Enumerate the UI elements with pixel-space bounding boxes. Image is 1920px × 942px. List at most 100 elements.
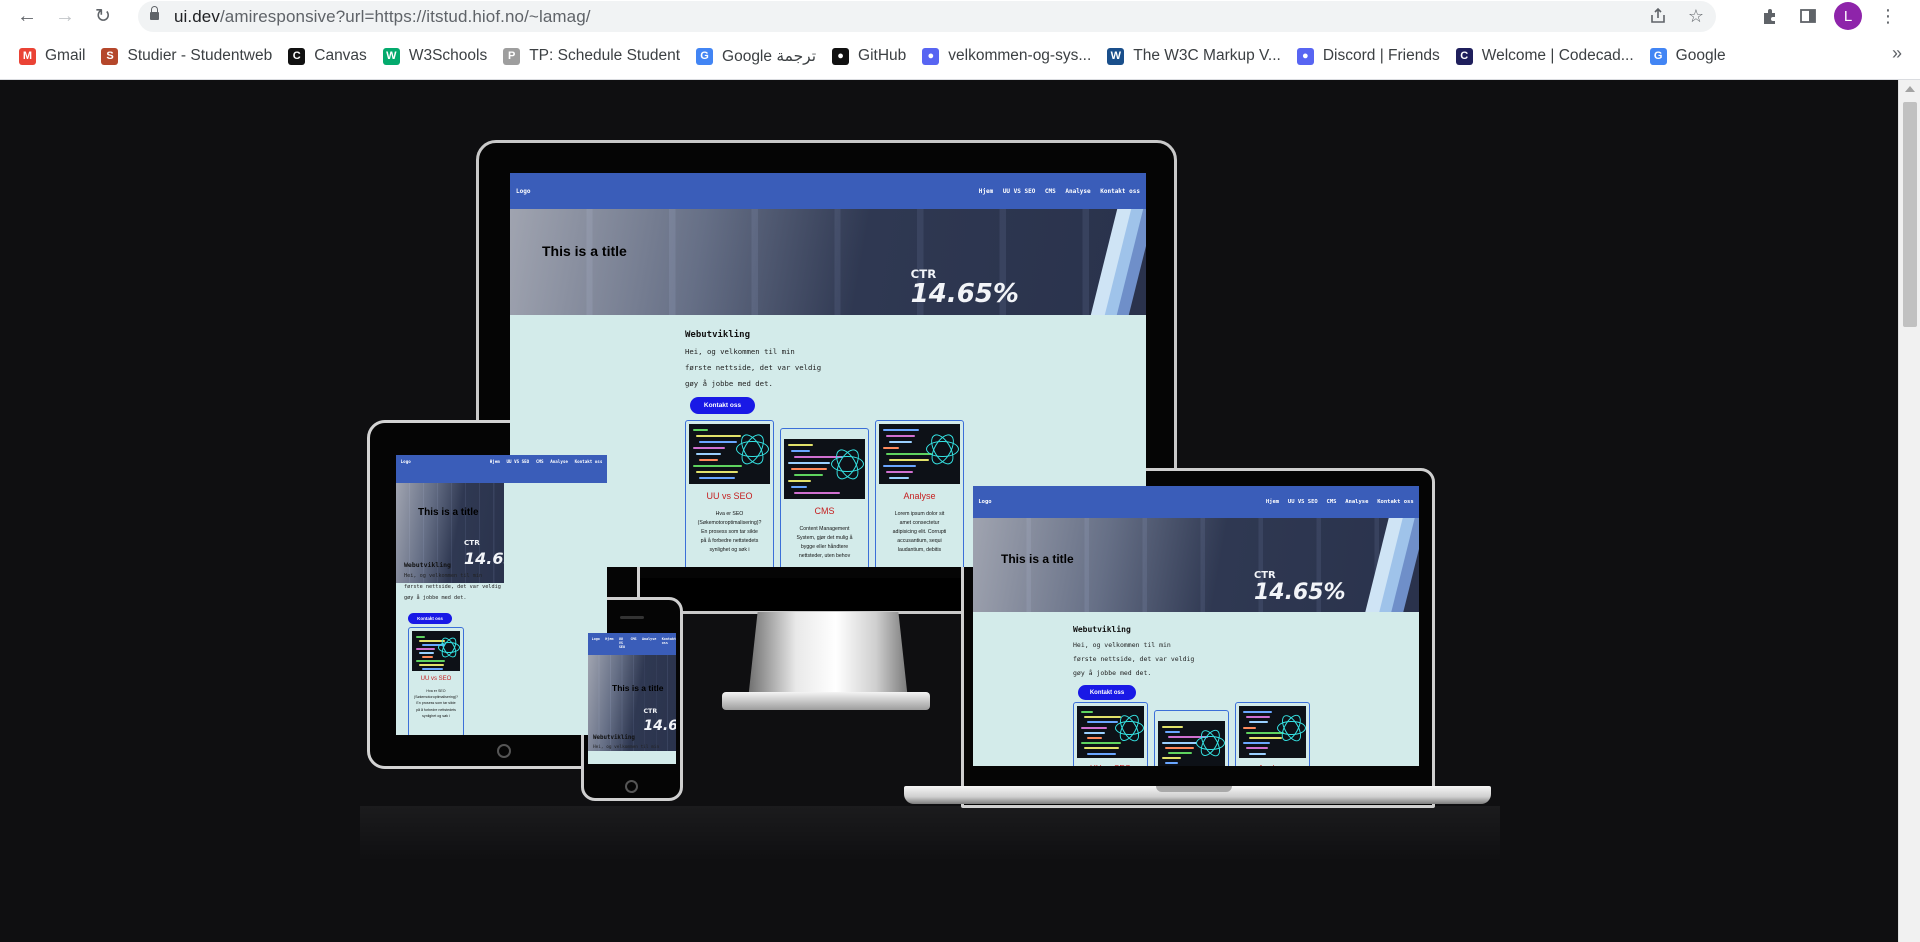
site-nav-link[interactable]: UU VS SEO: [1003, 188, 1036, 195]
page-scrollbar[interactable]: [1898, 80, 1920, 942]
google-icon: G: [1649, 47, 1667, 65]
site-navbar: Logo Hjem UU VS SEO CMS Analyse Kontakt oss: [396, 455, 607, 483]
site-nav-link[interactable]: Hjem: [605, 637, 613, 649]
code-line: [1246, 747, 1269, 750]
site-nav-link[interactable]: CMS: [1045, 188, 1056, 195]
bookmark-item[interactable]: ● velkommen-og-sys...: [914, 41, 1099, 71]
code-line: [1165, 731, 1181, 734]
bookmark-label: W3Schools: [408, 47, 488, 64]
site-nav-link[interactable]: CMS: [630, 637, 636, 649]
site-intro-line: første nettside, det var veldig: [1073, 655, 1195, 663]
site-nav-link[interactable]: CMS: [536, 459, 544, 464]
bookmarks-bar: M Gmail S Studier - Studentweb C Canvas W W3Sch…: [0, 33, 1920, 80]
code-line: [696, 453, 722, 455]
lock-icon[interactable]: [150, 6, 159, 22]
address-bar[interactable]: ui.dev/amiresponsive?url=https://itstud.…: [138, 1, 1716, 32]
site-nav-links: Hjem UU VS SEO CMS Analyse Kontakt oss: [483, 459, 603, 464]
code-line: [883, 429, 919, 431]
site-logo[interactable]: Logo: [516, 188, 530, 195]
url-text[interactable]: ui.dev/amiresponsive?url=https://itstud.…: [174, 7, 591, 27]
scroll-up-arrow-icon[interactable]: [1905, 86, 1915, 92]
profile-avatar[interactable]: L: [1834, 2, 1862, 30]
bookmark-item[interactable]: W W3Schools: [375, 41, 495, 71]
bookmark-item[interactable]: ● GitHub: [824, 41, 914, 71]
code-line: [886, 471, 913, 473]
code-line: [1243, 726, 1257, 729]
site-nav-link[interactable]: Kontakt oss: [1100, 188, 1140, 195]
code-line: [699, 441, 738, 443]
service-card-title: UU vs SEO: [1074, 764, 1147, 766]
service-card: Analyse Lorem ipsum dolor sit amet consect…: [875, 420, 964, 567]
scroll-thumb[interactable]: [1903, 102, 1917, 327]
code-line: [1243, 742, 1271, 745]
tp-icon: P: [503, 47, 521, 65]
site-logo[interactable]: Logo: [978, 499, 991, 505]
card-code-image: [412, 631, 460, 671]
bookmark-item[interactable]: G Google: [1642, 41, 1734, 71]
site-nav-link[interactable]: Analyse: [642, 637, 656, 649]
contact-button[interactable]: Kontakt oss: [408, 613, 452, 624]
site-logo[interactable]: Logo: [592, 637, 600, 641]
bookmark-label: Canvas: [314, 47, 367, 64]
site-logo[interactable]: Logo: [401, 459, 411, 464]
service-card-text-line: En prosess som tar sikte: [701, 529, 758, 535]
bookmark-star-icon[interactable]: ☆: [1684, 4, 1708, 28]
bookmark-item[interactable]: G Google ترجمة: [688, 41, 824, 71]
bookmark-item[interactable]: W The W3C Markup V...: [1099, 41, 1289, 71]
codecademy-icon: C: [1455, 47, 1473, 65]
site-nav-link[interactable]: Analyse: [1345, 499, 1368, 505]
site-nav-link[interactable]: UU VS SEO: [507, 459, 530, 464]
google-translate-icon: G: [696, 47, 714, 65]
bookmarks-overflow-icon[interactable]: »: [1892, 43, 1902, 64]
site-nav-link[interactable]: Hjem: [979, 188, 993, 195]
code-line: [1087, 752, 1117, 755]
reload-icon[interactable]: ↻: [88, 2, 118, 32]
laptop-notch: [1156, 786, 1232, 792]
code-line: [699, 477, 735, 479]
forward-arrow-icon[interactable]: →: [50, 2, 80, 32]
extensions-puzzle-icon[interactable]: [1758, 4, 1782, 28]
card-code-image: [879, 424, 960, 484]
hero-ctr-label: CTR: [464, 538, 480, 547]
code-line: [886, 435, 916, 437]
site-nav-link[interactable]: Analyse: [550, 459, 568, 464]
share-icon[interactable]: [1646, 4, 1670, 28]
back-arrow-icon[interactable]: ←: [12, 2, 42, 32]
site-nav-link[interactable]: Hjem: [490, 459, 500, 464]
code-line: [1243, 711, 1273, 713]
contact-button[interactable]: Kontakt oss: [690, 397, 755, 414]
browser-menu-icon[interactable]: ⋮: [1876, 4, 1900, 28]
contact-button[interactable]: Kontakt oss: [1078, 685, 1136, 700]
code-line: [699, 459, 718, 461]
site-nav-link[interactable]: UU VS SEO: [1288, 499, 1318, 505]
code-line: [883, 465, 917, 467]
service-card-text-line: synlighet og søk i: [422, 713, 450, 718]
bookmark-item[interactable]: C Welcome | Codecad...: [1448, 41, 1642, 71]
code-line: [1084, 731, 1105, 734]
card-code-image: [1077, 706, 1144, 758]
site-nav-link[interactable]: Hjem: [1266, 499, 1279, 505]
bookmark-item[interactable]: C Canvas: [280, 41, 375, 71]
bookmark-item[interactable]: P TP: Schedule Student: [495, 41, 688, 71]
bookmark-item[interactable]: M Gmail: [11, 41, 93, 71]
site-nav-link[interactable]: Kontakt oss: [662, 637, 676, 649]
code-line: [419, 652, 434, 654]
code-line: [693, 429, 708, 431]
service-card-title: Analyse: [903, 491, 936, 502]
code-line: [696, 471, 739, 473]
bookmark-item[interactable]: S Studier - Studentweb: [93, 41, 280, 71]
site-nav-link[interactable]: UU VS SEO: [619, 637, 625, 649]
code-line: [1165, 762, 1179, 765]
site-nav-link[interactable]: Analyse: [1065, 188, 1090, 195]
side-panel-icon[interactable]: [1796, 4, 1820, 28]
code-line: [1081, 711, 1094, 713]
bookmark-item[interactable]: ● Discord | Friends: [1289, 41, 1448, 71]
site-nav-links: Hjem UU VS SEO CMS Analyse Kontakt oss: [1257, 499, 1414, 505]
site-intro-line: Hei, og velkommen til min: [404, 573, 483, 579]
site-nav-link[interactable]: Kontakt oss: [575, 459, 603, 464]
code-line: [416, 660, 445, 662]
site-nav-link[interactable]: CMS: [1327, 499, 1337, 505]
site-heading: Webutvikling: [1073, 625, 1131, 634]
site-nav-link[interactable]: Kontakt oss: [1377, 499, 1413, 505]
site-nav-links: Hjem UU VS SEO CMS Analyse Kontakt oss: [600, 637, 676, 649]
